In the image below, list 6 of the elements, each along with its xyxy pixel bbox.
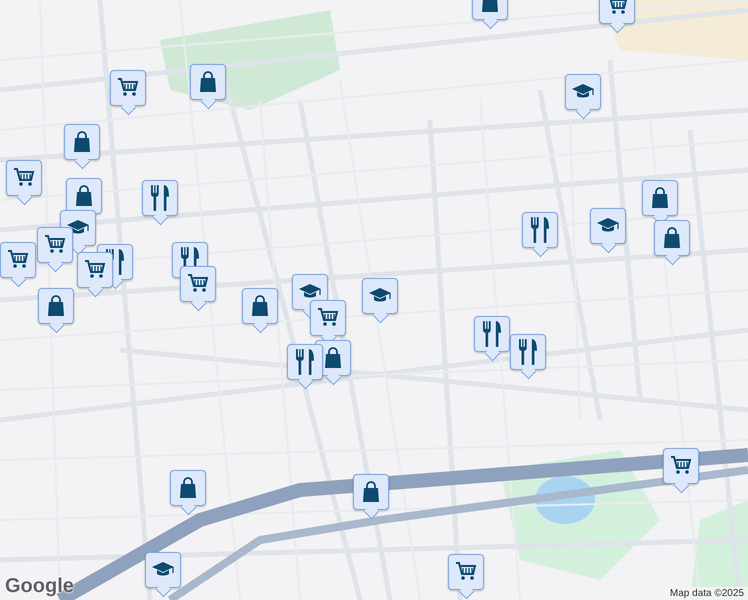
google-logo: Google bbox=[5, 575, 74, 598]
fork-and-knife-icon bbox=[151, 185, 169, 211]
fork-and-knife-icon bbox=[483, 321, 501, 347]
fork-and-knife-icon bbox=[531, 217, 549, 243]
fork-and-knife-icon bbox=[519, 339, 537, 365]
fork-and-knife-icon bbox=[296, 349, 314, 375]
